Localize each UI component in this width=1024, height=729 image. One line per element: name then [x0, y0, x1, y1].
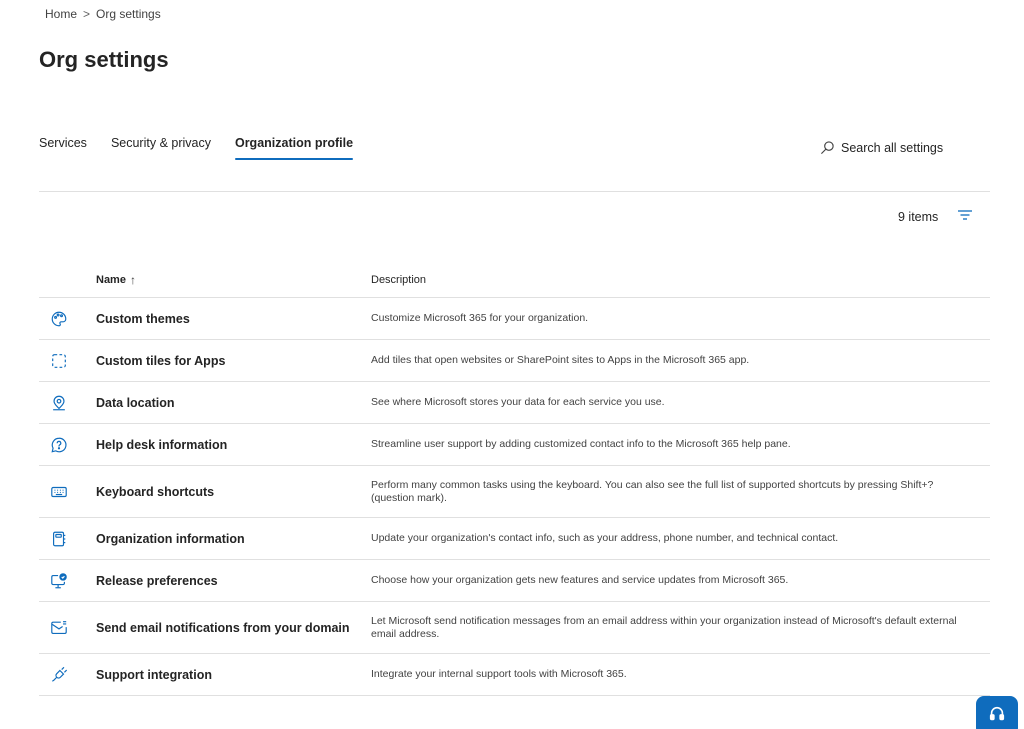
breadcrumb-separator: > — [83, 7, 91, 21]
column-header-name[interactable]: Name ↑ — [39, 273, 371, 287]
table-row[interactable]: Help desk information Streamline user su… — [39, 424, 990, 466]
filter-icon[interactable] — [957, 208, 973, 222]
table-row[interactable]: Organization information Update your org… — [39, 518, 990, 560]
help-chat-icon — [51, 437, 67, 453]
setting-name: Custom themes — [96, 311, 190, 326]
table-row[interactable]: Custom tiles for Apps Add tiles that ope… — [39, 340, 990, 382]
column-name-label: Name — [96, 273, 126, 286]
setting-description: Customize Microsoft 365 for your organiz… — [371, 312, 589, 324]
help-support-button[interactable] — [976, 696, 1018, 729]
sort-ascending-icon: ↑ — [129, 272, 136, 287]
breadcrumb: Home > Org settings — [45, 7, 161, 21]
breadcrumb-current: Org settings — [96, 7, 161, 21]
desktop-update-icon — [51, 572, 67, 588]
setting-description: Let Microsoft send notification messages… — [371, 614, 957, 640]
setting-description: Add tiles that open websites or SharePoi… — [371, 354, 750, 366]
mail-icon — [51, 620, 67, 634]
items-count: 9 items — [898, 210, 939, 224]
breadcrumb-home[interactable]: Home — [45, 7, 77, 21]
table-row[interactable]: Support integration Integrate your inter… — [39, 654, 990, 696]
table-row[interactable]: Data location See where Microsoft stores… — [39, 382, 990, 424]
table-row[interactable]: Release preferences Choose how your orga… — [39, 560, 990, 602]
table-row[interactable]: Send email notifications from your domai… — [39, 602, 990, 654]
plug-icon — [52, 666, 68, 681]
setting-description: Update your organization's contact info,… — [371, 532, 839, 544]
header-divider — [39, 191, 990, 192]
tab-services[interactable]: Services — [39, 136, 87, 160]
column-header-description: Description — [371, 273, 427, 286]
contact-card-icon — [53, 531, 66, 546]
setting-name: Send email notifications from your domai… — [96, 620, 350, 635]
page-title: Org settings — [39, 47, 169, 72]
setting-name: Keyboard shortcuts — [96, 484, 215, 499]
dashed-tile-icon — [52, 353, 66, 368]
setting-name: Organization information — [96, 531, 245, 546]
settings-table: Name ↑ Description Custom themes Customi… — [39, 262, 990, 696]
setting-description: Streamline user support by adding custom… — [371, 438, 791, 450]
setting-name: Data location — [96, 395, 175, 410]
setting-description: Choose how your organization gets new fe… — [371, 574, 789, 586]
setting-name: Custom tiles for Apps — [96, 353, 226, 368]
search-icon — [821, 141, 834, 154]
table-header: Name ↑ Description — [39, 262, 990, 298]
tab-list: Services Security & privacy Organization… — [39, 136, 377, 160]
palette-icon — [51, 311, 67, 326]
setting-description: See where Microsoft stores your data for… — [371, 396, 665, 408]
setting-name: Release preferences — [96, 573, 218, 588]
setting-name: Support integration — [96, 667, 212, 682]
search-all-settings[interactable]: Search all settings — [820, 140, 943, 155]
table-row[interactable]: Keyboard shortcuts Perform many common t… — [39, 466, 990, 518]
tab-security-privacy[interactable]: Security & privacy — [111, 136, 211, 160]
setting-name: Help desk information — [96, 437, 228, 452]
search-label: Search all settings — [841, 140, 944, 155]
keyboard-icon — [51, 486, 67, 497]
tab-organization-profile[interactable]: Organization profile — [234, 136, 354, 160]
location-pin-icon — [53, 395, 65, 410]
setting-description: Perform many common tasks using the keyb… — [371, 478, 934, 504]
headset-icon — [989, 706, 1005, 721]
setting-description: Integrate your internal support tools wi… — [371, 668, 627, 680]
table-row[interactable]: Custom themes Customize Microsoft 365 fo… — [39, 298, 990, 340]
